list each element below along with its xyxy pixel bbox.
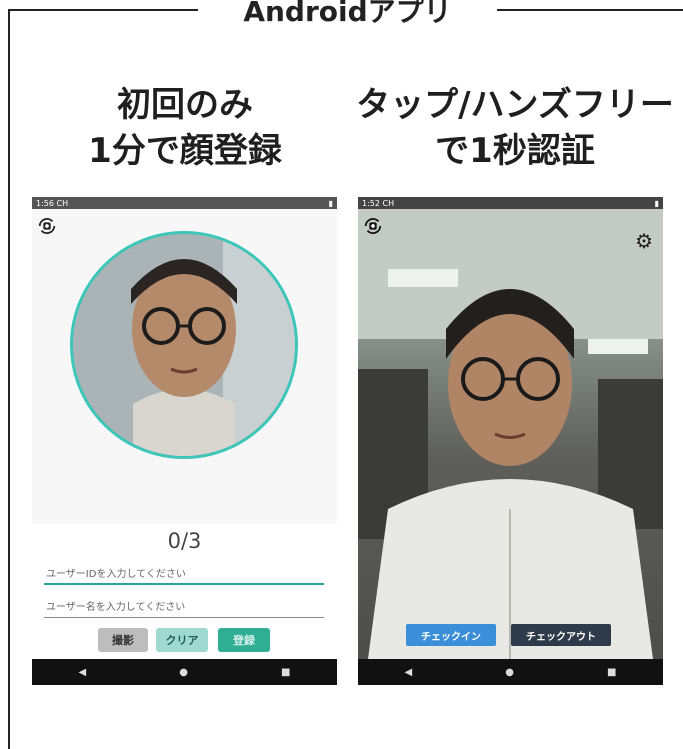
register-button[interactable]: 登録 bbox=[218, 628, 270, 652]
status-bar: 1:56 CH ▮ bbox=[32, 197, 337, 209]
left-headline-line2: 1分で顔登録 bbox=[88, 131, 282, 171]
frame-left-border bbox=[8, 9, 10, 749]
battery-icon: ▮ bbox=[654, 198, 659, 208]
left-headline-line1: 初回のみ bbox=[117, 85, 253, 125]
right-headline: タップ/ハンズフリー で1秒認証 bbox=[350, 82, 680, 174]
back-icon[interactable]: ◀ bbox=[79, 667, 87, 678]
face-image bbox=[73, 234, 295, 456]
frame-top-border-left bbox=[8, 9, 198, 11]
user-id-field[interactable]: ユーザーIDを入力してください bbox=[44, 567, 324, 585]
recents-icon[interactable]: ■ bbox=[607, 667, 616, 678]
status-time: 1:52 CH bbox=[362, 198, 395, 208]
face-photo bbox=[358, 209, 663, 659]
status-time: 1:56 CH bbox=[36, 198, 69, 208]
right-headline-line2: で1秒認証 bbox=[435, 131, 595, 171]
clear-button[interactable]: クリア bbox=[156, 628, 208, 652]
frame-title: Androidアプリ bbox=[243, 0, 452, 28]
recents-icon[interactable]: ■ bbox=[281, 667, 290, 678]
camera-preview-area bbox=[32, 209, 337, 524]
rotate-camera-icon[interactable] bbox=[36, 215, 58, 237]
home-icon[interactable]: ● bbox=[505, 667, 514, 678]
android-nav-bar: ◀ ● ■ bbox=[32, 659, 337, 685]
camera-preview: ⚙ チェックイン チェックアウト bbox=[358, 209, 663, 659]
checkout-button[interactable]: チェックアウト bbox=[511, 624, 611, 646]
battery-icon: ▮ bbox=[328, 198, 333, 208]
frame-top-border-right bbox=[497, 9, 683, 11]
user-name-field[interactable]: ユーザー名を入力してください bbox=[44, 600, 324, 618]
gear-icon[interactable]: ⚙ bbox=[635, 229, 653, 253]
home-icon[interactable]: ● bbox=[179, 667, 188, 678]
status-bar: 1:52 CH ▮ bbox=[358, 197, 663, 209]
left-headline: 初回のみ 1分で顔登録 bbox=[30, 82, 340, 174]
android-nav-bar: ◀ ● ■ bbox=[358, 659, 663, 685]
face-capture-circle bbox=[70, 231, 298, 459]
back-icon[interactable]: ◀ bbox=[405, 667, 413, 678]
capture-counter: 0/3 bbox=[167, 529, 202, 553]
checkin-button[interactable]: チェックイン bbox=[406, 624, 496, 646]
registration-phone-screen: 1:56 CH ▮ 0/3 ユーザーIDを入力してください ユーザー名を入力して… bbox=[32, 197, 337, 685]
rotate-camera-icon[interactable] bbox=[362, 215, 384, 237]
capture-button[interactable]: 撮影 bbox=[98, 628, 148, 652]
right-headline-line1: タップ/ハンズフリー bbox=[356, 85, 674, 125]
authentication-phone-screen: 1:52 CH ▮ ⚙ チェックイン チェックアウト ◀ ● ■ bbox=[358, 197, 663, 685]
